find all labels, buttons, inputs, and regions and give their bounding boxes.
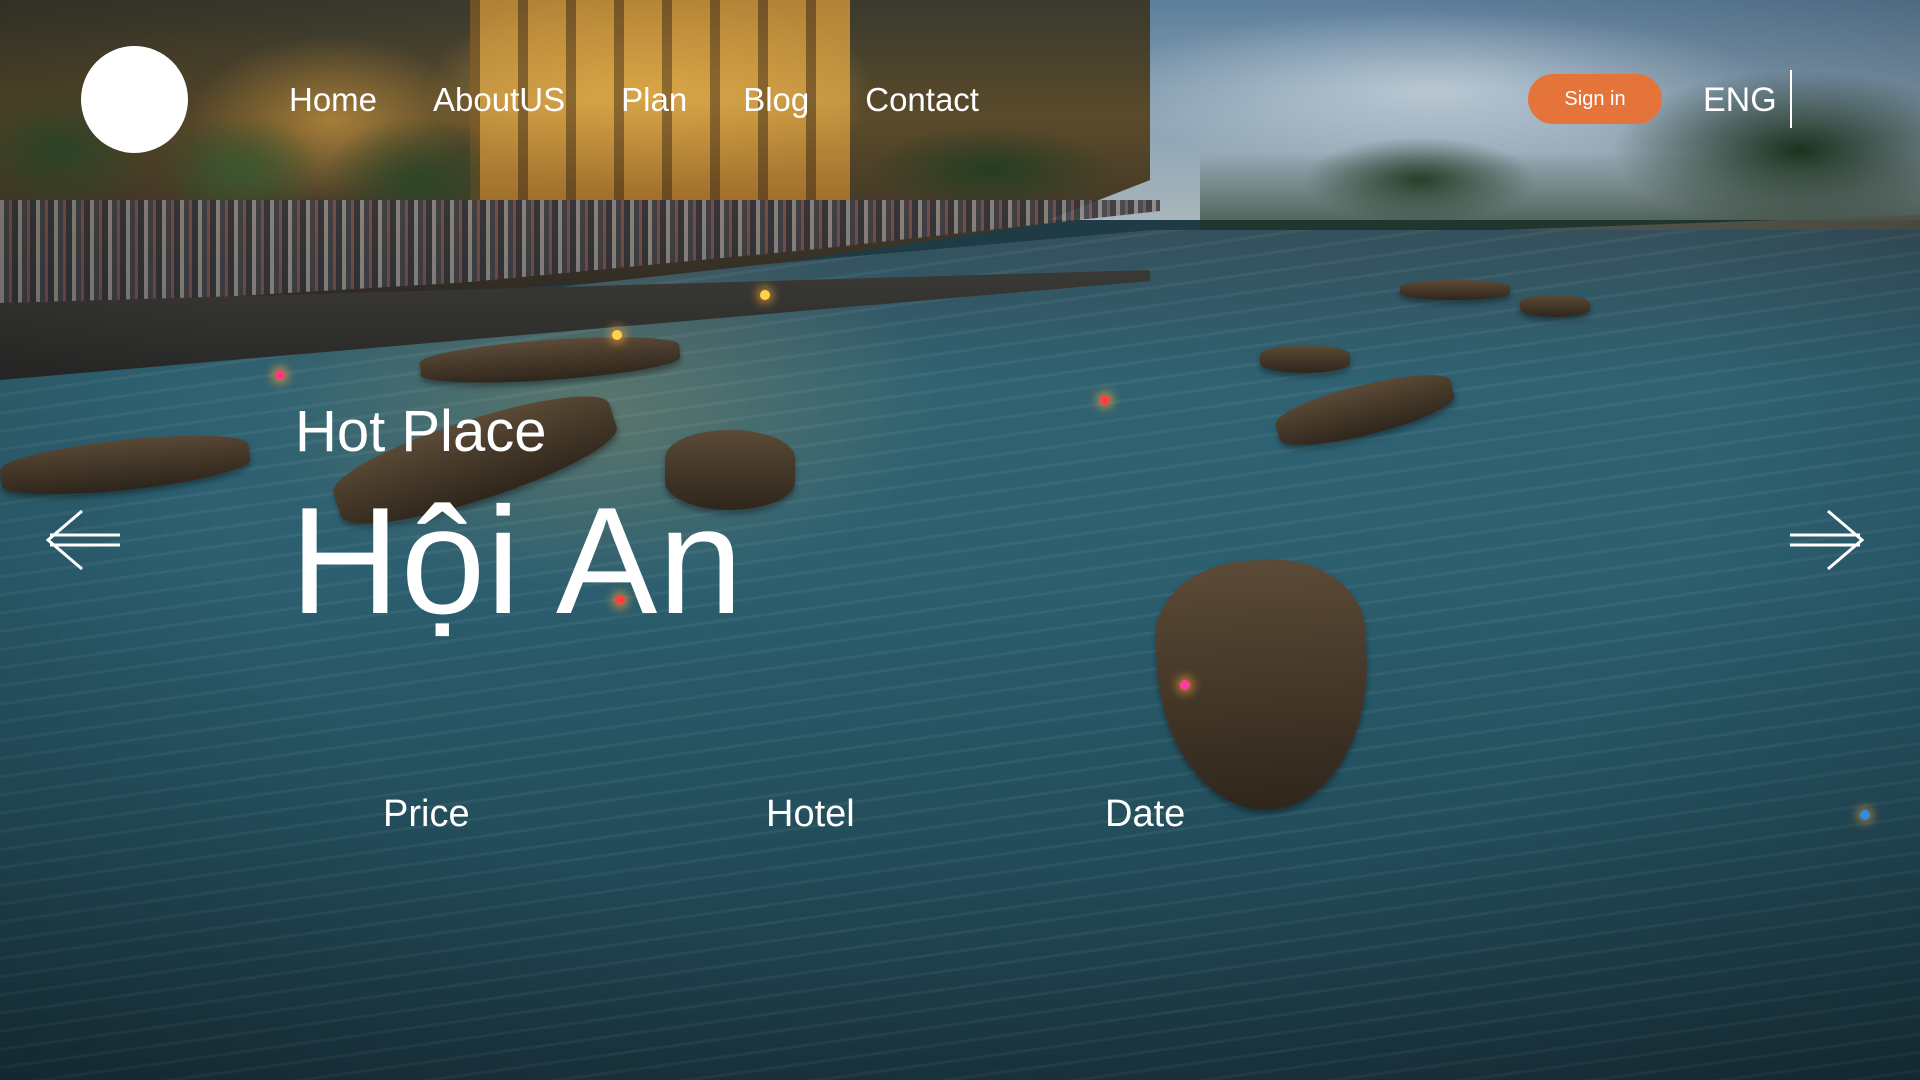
price-filter[interactable]: Price (383, 790, 470, 838)
date-filter[interactable]: Date (1105, 790, 1185, 838)
landing-page: Home AboutUS Plan Blog Contact Sign in E… (0, 0, 1920, 1080)
nav-plan[interactable]: Plan (621, 78, 687, 122)
logo[interactable] (81, 46, 188, 153)
nav-about-us[interactable]: AboutUS (433, 78, 565, 122)
main-nav: Home AboutUS Plan Blog Contact (289, 78, 1035, 122)
next-slide-button[interactable] (1786, 508, 1866, 572)
nav-blog[interactable]: Blog (743, 78, 809, 122)
arrow-left-icon (44, 508, 124, 572)
hero-title: Hội An (290, 476, 744, 646)
nav-home[interactable]: Home (289, 78, 377, 122)
sign-in-button[interactable]: Sign in (1528, 74, 1662, 124)
divider (1790, 70, 1792, 128)
prev-slide-button[interactable] (44, 508, 124, 572)
hero-subtitle: Hot Place (295, 399, 547, 464)
vignette (0, 0, 1920, 1080)
hotel-filter[interactable]: Hotel (766, 790, 855, 838)
arrow-right-icon (1786, 508, 1866, 572)
language-selector[interactable]: ENG (1703, 78, 1777, 122)
search-filters: Price Hotel Date (0, 790, 1920, 838)
background-photo (0, 0, 1920, 1080)
nav-contact[interactable]: Contact (865, 78, 979, 122)
